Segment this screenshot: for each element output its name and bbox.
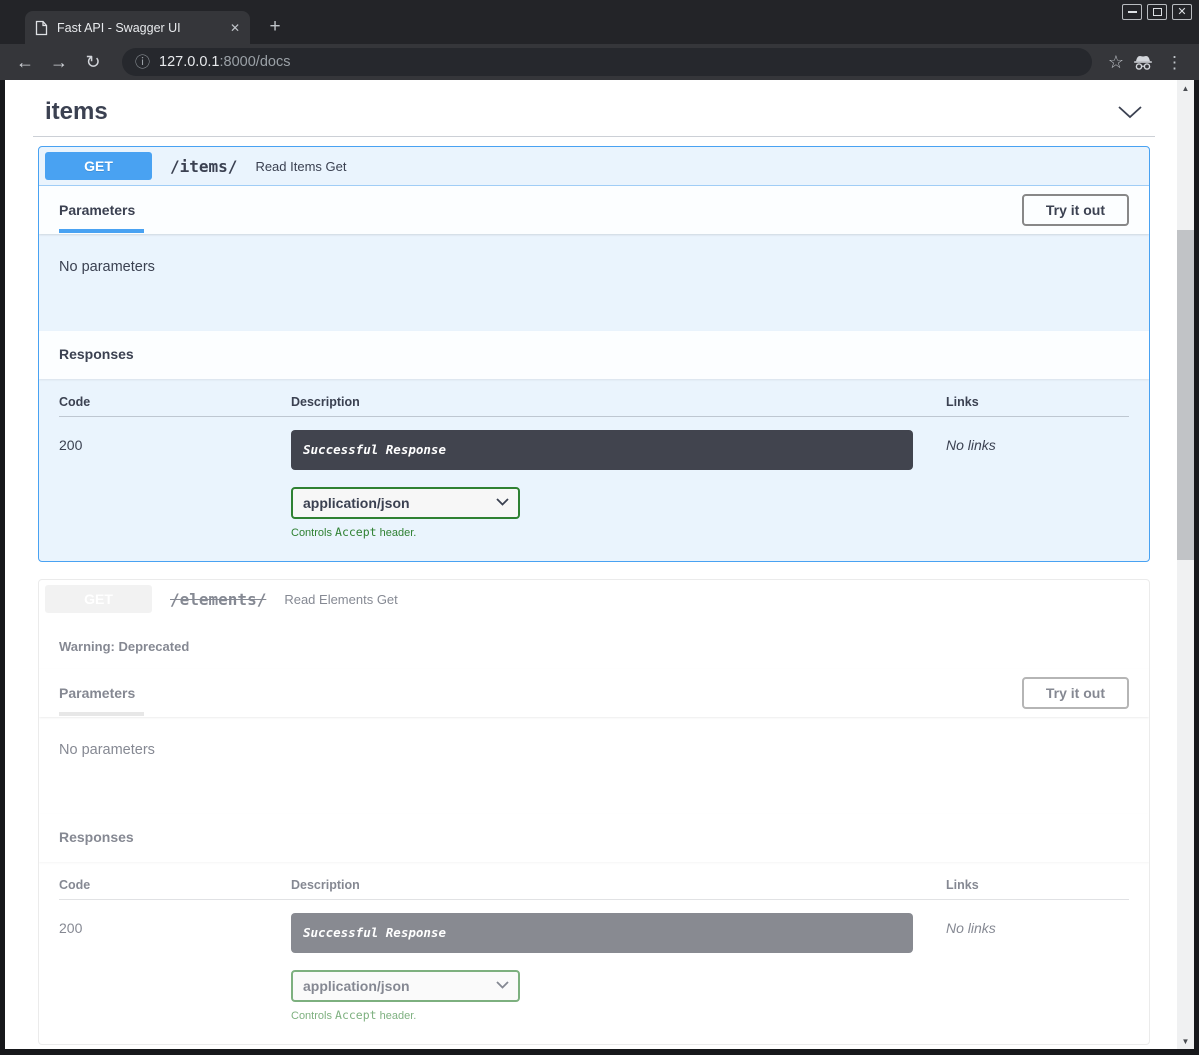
code-column-header: Code (59, 878, 291, 892)
accept-note-prefix: Controls (291, 527, 335, 539)
parameters-tab: Parameters (59, 202, 135, 218)
parameters-tab-underline (59, 712, 144, 716)
response-description-text: Successful Response (303, 925, 446, 940)
window-controls: ✕ (1122, 4, 1192, 20)
links-value: No links (913, 430, 1129, 539)
responses-table-head: Code Description Links (59, 878, 1129, 900)
new-tab-button[interactable]: + (262, 14, 288, 40)
code-column-header: Code (59, 395, 291, 409)
accept-note-prefix: Controls (291, 1010, 335, 1022)
swagger-content: items GET /items/ Read Items Get Paramet… (5, 80, 1177, 1049)
response-row: 200 Successful Response application/json (59, 900, 1129, 1022)
address-bar[interactable]: ⓘ 127.0.0.1:8000/docs (122, 48, 1092, 76)
page-favicon-icon (35, 20, 48, 36)
browser-menu-icon[interactable]: ⋮ (1162, 54, 1187, 71)
accept-note-suffix: header. (377, 527, 417, 539)
endpoint-path: /items/ (162, 157, 245, 176)
no-parameters-text: No parameters (39, 234, 1149, 331)
endpoint-path: /elements/ (162, 590, 274, 609)
url-path: :8000/docs (220, 54, 291, 70)
responses-table-head: Code Description Links (59, 395, 1129, 417)
tab-bar: ✕ Fast API - Swagger UI ✕ + (0, 0, 1199, 44)
responses-table: Code Description Links 200 Successful Re… (39, 379, 1149, 561)
responses-title: Responses (59, 346, 134, 362)
endpoint-summary: Read Elements Get (284, 592, 397, 607)
method-badge: GET (45, 152, 152, 180)
links-column-header: Links (913, 878, 1129, 892)
accept-header-note: Controls Accept header. (291, 1008, 913, 1022)
chevron-down-icon[interactable] (1117, 105, 1143, 119)
response-description-text: Successful Response (303, 442, 446, 457)
try-it-out-button[interactable]: Try it out (1022, 194, 1129, 226)
responses-header: Responses (39, 814, 1149, 862)
responses-title: Responses (59, 829, 134, 845)
back-icon[interactable]: ← (12, 53, 38, 71)
close-icon: ✕ (1177, 7, 1186, 18)
try-it-out-button[interactable]: Try it out (1022, 677, 1129, 709)
response-code: 200 (59, 913, 291, 1022)
no-parameters-text: No parameters (39, 717, 1149, 814)
media-type-select-wrap: application/json (291, 970, 520, 1002)
url-text: 127.0.0.1:8000/docs (159, 54, 290, 70)
tab-title: Fast API - Swagger UI (57, 21, 221, 35)
response-description-bar: Successful Response (291, 430, 913, 470)
accept-note-code: Accept (335, 525, 377, 539)
response-description-bar: Successful Response (291, 913, 913, 953)
media-type-select[interactable]: application/json (291, 970, 520, 1002)
site-info-icon[interactable]: ⓘ (135, 55, 150, 70)
opblock-get-items: GET /items/ Read Items Get Parameters Tr… (38, 146, 1150, 562)
method-badge: GET (45, 585, 152, 613)
accept-header-note: Controls Accept header. (291, 525, 913, 539)
links-column-header: Links (913, 395, 1129, 409)
responses-table: Code Description Links 200 Successful Re… (39, 862, 1149, 1044)
section-title: items (45, 98, 108, 126)
links-value: No links (913, 913, 1129, 1022)
parameters-header: Parameters Try it out (39, 669, 1149, 717)
bookmark-star-icon[interactable]: ☆ (1108, 53, 1124, 71)
deprecated-content: GET /elements/ Read Elements Get Warning… (39, 580, 1149, 1044)
incognito-icon[interactable] (1132, 54, 1154, 71)
page-viewport: items GET /items/ Read Items Get Paramet… (5, 80, 1194, 1049)
response-description-cell: Successful Response application/json Con… (291, 913, 913, 1022)
scrollbar-thumb[interactable] (1177, 230, 1194, 560)
forward-icon[interactable]: → (46, 53, 72, 71)
endpoint-summary: Read Items Get (255, 159, 346, 174)
response-description-cell: Successful Response application/json Con… (291, 430, 913, 539)
responses-header: Responses (39, 331, 1149, 379)
reload-icon[interactable]: ↻ (80, 53, 106, 71)
description-column-header: Description (291, 878, 913, 892)
media-type-select[interactable]: application/json (291, 487, 520, 519)
parameters-header: Parameters Try it out (39, 186, 1149, 234)
maximize-icon (1153, 8, 1162, 16)
accept-note-suffix: header. (377, 1010, 417, 1022)
minimize-icon (1128, 11, 1137, 13)
maximize-button[interactable] (1147, 4, 1167, 20)
scroll-down-arrow-icon[interactable]: ▼ (1177, 1033, 1194, 1049)
tab-close-icon[interactable]: ✕ (230, 21, 240, 35)
media-type-select-wrap: application/json (291, 487, 520, 519)
close-window-button[interactable]: ✕ (1172, 4, 1192, 20)
scroll-up-arrow-icon[interactable]: ▲ (1177, 80, 1194, 96)
opblock-summary[interactable]: GET /items/ Read Items Get (39, 147, 1149, 186)
response-code: 200 (59, 430, 291, 539)
accept-note-code: Accept (335, 1008, 377, 1022)
tag-section-header[interactable]: items (33, 86, 1155, 137)
browser-window: ✕ Fast API - Swagger UI ✕ + ← → ↻ ⓘ 127.… (0, 0, 1199, 1055)
opblock-summary[interactable]: GET /elements/ Read Elements Get (39, 580, 1149, 618)
browser-toolbar: ← → ↻ ⓘ 127.0.0.1:8000/docs ☆ ⋮ (0, 44, 1199, 80)
vertical-scrollbar[interactable]: ▲ ▼ (1177, 80, 1194, 1049)
parameters-tab-underline (59, 229, 144, 233)
response-row: 200 Successful Response application/json (59, 417, 1129, 539)
description-column-header: Description (291, 395, 913, 409)
deprecation-warning: Warning: Deprecated (39, 618, 1149, 669)
browser-tab[interactable]: Fast API - Swagger UI ✕ (25, 11, 250, 44)
parameters-tab: Parameters (59, 685, 135, 701)
minimize-button[interactable] (1122, 4, 1142, 20)
url-host: 127.0.0.1 (159, 54, 219, 70)
opblock-get-elements-deprecated: GET /elements/ Read Elements Get Warning… (38, 579, 1150, 1045)
